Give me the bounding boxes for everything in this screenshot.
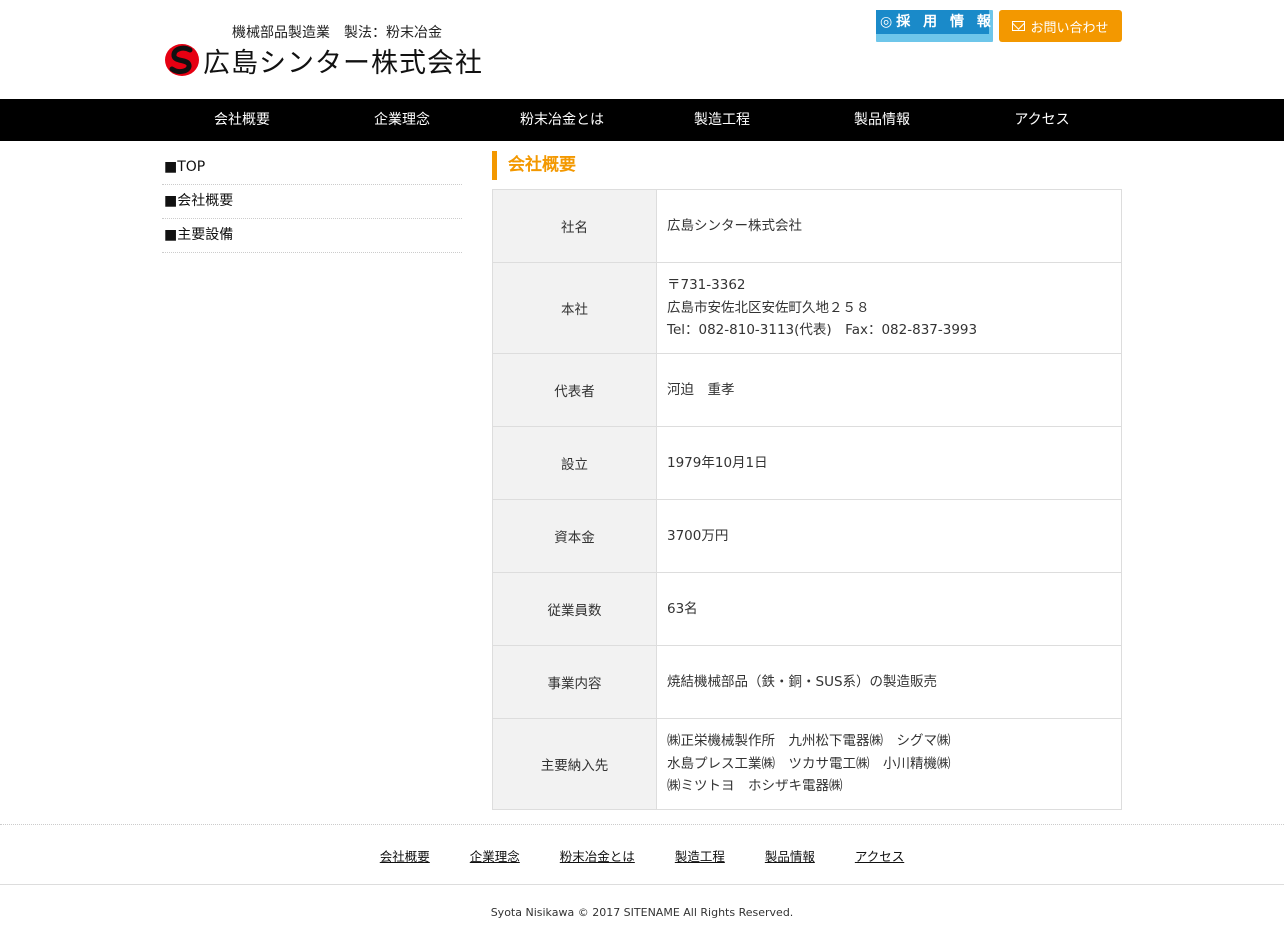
row-value: 3700万円 bbox=[656, 499, 1122, 573]
table-row: 社名 広島シンター株式会社 bbox=[492, 189, 1122, 263]
row-label: 主要納入先 bbox=[492, 718, 657, 810]
table-row: 主要納入先 ㈱正栄機械製作所 九州松下電器㈱ シグマ㈱ 水島プレス工業㈱ ツカサ電… bbox=[492, 718, 1122, 810]
nav-item-powder-metallurgy[interactable]: 粉末冶金とは bbox=[482, 99, 642, 141]
sidebar-item-equipment[interactable]: ■主要設備 bbox=[162, 219, 462, 253]
row-label: 事業内容 bbox=[492, 645, 657, 719]
footer-link-access[interactable]: アクセス bbox=[855, 846, 904, 865]
footer-nav: 会社概要 企業理念 粉末冶金とは 製造工程 製品情報 アクセス bbox=[0, 846, 1284, 865]
footer-link-company[interactable]: 会社概要 bbox=[380, 846, 430, 865]
footer-link-products[interactable]: 製品情報 bbox=[765, 846, 815, 865]
row-value: ㈱正栄機械製作所 九州松下電器㈱ シグマ㈱ 水島プレス工業㈱ ツカサ電工㈱ 小川… bbox=[656, 718, 1122, 810]
site-logo[interactable]: 広島シンター株式会社 bbox=[163, 40, 483, 80]
sidebar-item-company[interactable]: ■会社概要 bbox=[162, 185, 462, 219]
row-label: 本社 bbox=[492, 262, 657, 354]
sidebar: ■TOP ■会社概要 ■主要設備 bbox=[162, 151, 462, 253]
row-value: 63名 bbox=[656, 572, 1122, 646]
row-value: 〒731-3362 広島市安佐北区安佐町久地２５８ Tel：082-810-31… bbox=[656, 262, 1122, 354]
table-row: 代表者 河迫 重孝 bbox=[492, 353, 1122, 427]
site-header: 機械部品製造業 製法：粉末冶金 広島シンター株式会社 ◎採 用 情 報 お問い合… bbox=[0, 0, 1284, 99]
row-label: 社名 bbox=[492, 189, 657, 263]
main-content: 会社概要 社名 広島シンター株式会社 本社 〒731-3362 広島市安佐北区安佐町… bbox=[492, 151, 1122, 810]
nav-item-philosophy[interactable]: 企業理念 bbox=[322, 99, 482, 141]
global-nav: 会社概要 企業理念 粉末冶金とは 製造工程 製品情報 アクセス bbox=[0, 99, 1284, 141]
company-info-table: 社名 広島シンター株式会社 本社 〒731-3362 広島市安佐北区安佐町久地２５８… bbox=[492, 189, 1122, 810]
recruit-button[interactable]: ◎採 用 情 報 bbox=[876, 10, 993, 42]
footer-divider bbox=[0, 884, 1284, 885]
row-value: 広島シンター株式会社 bbox=[656, 189, 1122, 263]
row-label: 資本金 bbox=[492, 499, 657, 573]
table-row: 設立 1979年10月1日 bbox=[492, 426, 1122, 500]
nav-item-company[interactable]: 会社概要 bbox=[162, 99, 322, 141]
contact-button[interactable]: お問い合わせ bbox=[999, 10, 1122, 42]
mail-icon bbox=[1012, 21, 1026, 31]
page-title: 会社概要 bbox=[492, 151, 1122, 180]
table-row: 従業員数 63名 bbox=[492, 572, 1122, 646]
recruit-label: ◎採 用 情 報 bbox=[876, 10, 991, 34]
footer-link-process[interactable]: 製造工程 bbox=[675, 846, 725, 865]
row-value: 1979年10月1日 bbox=[656, 426, 1122, 500]
footer-link-powder-metallurgy[interactable]: 粉末冶金とは bbox=[560, 846, 635, 865]
contact-label: お問い合わせ bbox=[1030, 20, 1109, 36]
nav-item-process[interactable]: 製造工程 bbox=[642, 99, 802, 141]
table-row: 事業内容 焼結機械部品（鉄・銅・SUS系）の製造販売 bbox=[492, 645, 1122, 719]
company-name: 広島シンター株式会社 bbox=[203, 47, 483, 79]
row-label: 設立 bbox=[492, 426, 657, 500]
table-row: 本社 〒731-3362 広島市安佐北区安佐町久地２５８ Tel：082-810-… bbox=[492, 262, 1122, 354]
table-row: 資本金 3700万円 bbox=[492, 499, 1122, 573]
nav-item-products[interactable]: 製品情報 bbox=[802, 99, 962, 141]
sidebar-item-top[interactable]: ■TOP bbox=[162, 151, 462, 185]
footer-link-philosophy[interactable]: 企業理念 bbox=[470, 846, 520, 865]
row-value: 河迫 重孝 bbox=[656, 353, 1122, 427]
footer-divider bbox=[0, 824, 1284, 825]
row-label: 従業員数 bbox=[492, 572, 657, 646]
logo-mark-icon bbox=[163, 41, 201, 79]
copyright: Syota Nisikawa © 2017 SITENAME All Right… bbox=[490, 906, 794, 919]
row-value: 焼結機械部品（鉄・銅・SUS系）の製造販売 bbox=[656, 645, 1122, 719]
tagline: 機械部品製造業 製法：粉末冶金 bbox=[232, 25, 442, 41]
row-label: 代表者 bbox=[492, 353, 657, 427]
nav-item-access[interactable]: アクセス bbox=[962, 99, 1122, 141]
